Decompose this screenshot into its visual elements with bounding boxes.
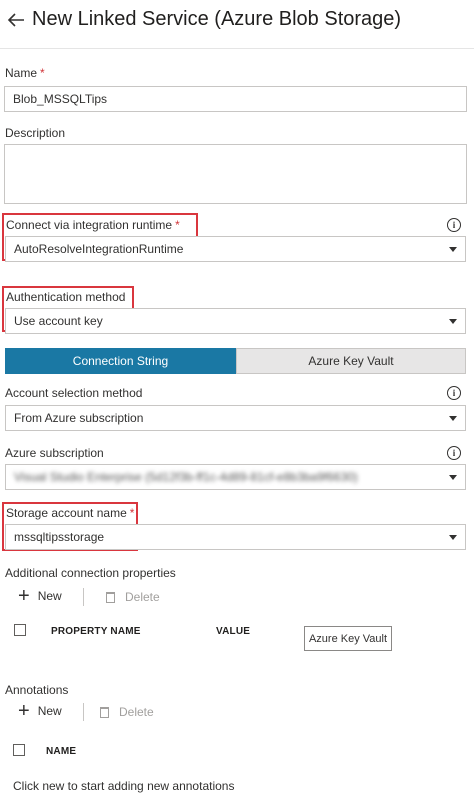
annotations-heading: Annotations bbox=[5, 683, 69, 697]
description-label: Description bbox=[5, 126, 66, 140]
add-annotation-button[interactable]: + New bbox=[18, 700, 62, 722]
select-all-properties-checkbox[interactable] bbox=[14, 624, 26, 636]
delete-annotation-label: Delete bbox=[119, 705, 154, 719]
runtime-label: Connect via integration runtime * bbox=[6, 218, 180, 232]
auth-method-select[interactable]: Use account key bbox=[5, 308, 466, 334]
name-input[interactable]: Blob_MSSQLTips bbox=[4, 86, 467, 112]
toolbar-separator bbox=[83, 703, 84, 721]
delete-property-label: Delete bbox=[125, 590, 160, 604]
azure-key-vault-button[interactable]: Azure Key Vault bbox=[304, 626, 392, 651]
account-selection-select[interactable]: From Azure subscription bbox=[5, 405, 466, 431]
plus-icon: + bbox=[18, 585, 30, 607]
chevron-down-icon bbox=[449, 416, 457, 421]
page-title: New Linked Service (Azure Blob Storage) bbox=[32, 8, 402, 30]
plus-icon: + bbox=[18, 700, 30, 722]
add-annotation-label: New bbox=[37, 704, 62, 718]
trash-icon bbox=[106, 591, 115, 603]
description-textarea[interactable] bbox=[4, 144, 467, 204]
connection-properties-heading: Additional connection properties bbox=[5, 566, 176, 580]
storage-account-label: Storage account name * bbox=[6, 506, 135, 520]
name-label: Name * bbox=[5, 66, 45, 80]
required-mark: * bbox=[175, 218, 180, 232]
account-selection-value: From Azure subscription bbox=[14, 411, 144, 425]
property-name-column-header: PROPERTY NAME bbox=[51, 626, 141, 637]
runtime-select[interactable]: AutoResolveIntegrationRuntime bbox=[5, 236, 466, 262]
required-mark: * bbox=[129, 506, 135, 520]
select-all-annotations-checkbox[interactable] bbox=[13, 744, 25, 756]
info-icon[interactable]: i bbox=[447, 218, 461, 232]
tab-connection-string[interactable]: Connection String bbox=[5, 348, 236, 374]
info-icon[interactable]: i bbox=[447, 446, 461, 460]
toolbar-separator bbox=[83, 588, 84, 606]
runtime-select-value: AutoResolveIntegrationRuntime bbox=[14, 242, 184, 256]
add-property-button[interactable]: + New bbox=[18, 585, 62, 607]
subscription-label: Azure subscription bbox=[5, 446, 104, 460]
account-selection-label: Account selection method bbox=[5, 386, 143, 400]
subscription-select[interactable]: Visual Studio Enterprise (5d12f3b-ff1c-4… bbox=[5, 464, 466, 490]
delete-property-button[interactable]: Delete bbox=[106, 590, 160, 604]
value-column-header: VALUE bbox=[216, 626, 251, 637]
chevron-down-icon bbox=[449, 319, 457, 324]
auth-method-label: Authentication method bbox=[6, 290, 126, 304]
chevron-down-icon bbox=[449, 535, 457, 540]
required-mark: * bbox=[40, 66, 45, 80]
tab-azure-key-vault[interactable]: Azure Key Vault bbox=[236, 348, 466, 374]
chevron-down-icon bbox=[449, 247, 457, 252]
add-property-label: New bbox=[37, 589, 62, 603]
info-icon[interactable]: i bbox=[447, 386, 461, 400]
chevron-down-icon bbox=[449, 475, 457, 480]
storage-account-value: mssqltipsstorage bbox=[14, 530, 105, 544]
header-divider bbox=[0, 48, 474, 49]
annotation-name-column-header: NAME bbox=[46, 746, 77, 757]
storage-account-select[interactable]: mssqltipsstorage bbox=[5, 524, 466, 550]
auth-method-select-value: Use account key bbox=[14, 314, 103, 328]
trash-icon bbox=[100, 706, 109, 718]
annotations-empty-hint: Click new to start adding new annotation… bbox=[13, 779, 235, 793]
arrow-left-icon[interactable] bbox=[6, 10, 26, 30]
delete-annotation-button[interactable]: Delete bbox=[100, 705, 154, 719]
subscription-value-blurred: Visual Studio Enterprise (5d12f3b-ff1c-4… bbox=[14, 470, 358, 484]
